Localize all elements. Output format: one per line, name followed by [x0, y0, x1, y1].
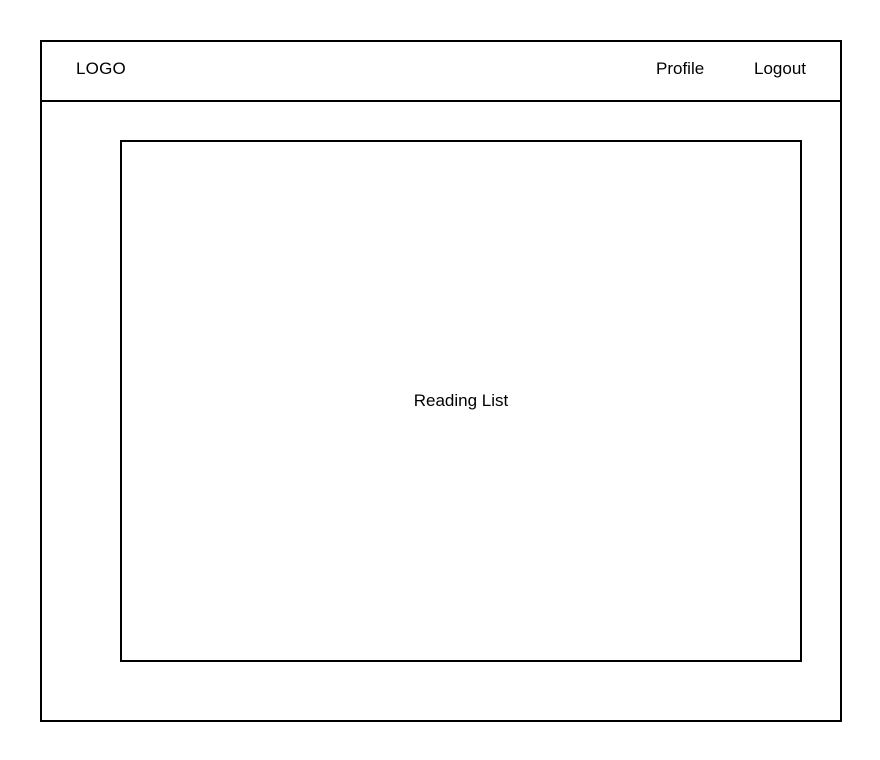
header-bar: LOGO Profile Logout — [42, 42, 840, 102]
logout-link[interactable]: Logout — [754, 59, 806, 79]
reading-list-panel: Reading List — [120, 140, 802, 662]
app-frame: LOGO Profile Logout Reading List — [40, 40, 842, 722]
logo[interactable]: LOGO — [76, 59, 126, 79]
profile-link[interactable]: Profile — [656, 59, 704, 79]
reading-list-label: Reading List — [413, 391, 509, 410]
